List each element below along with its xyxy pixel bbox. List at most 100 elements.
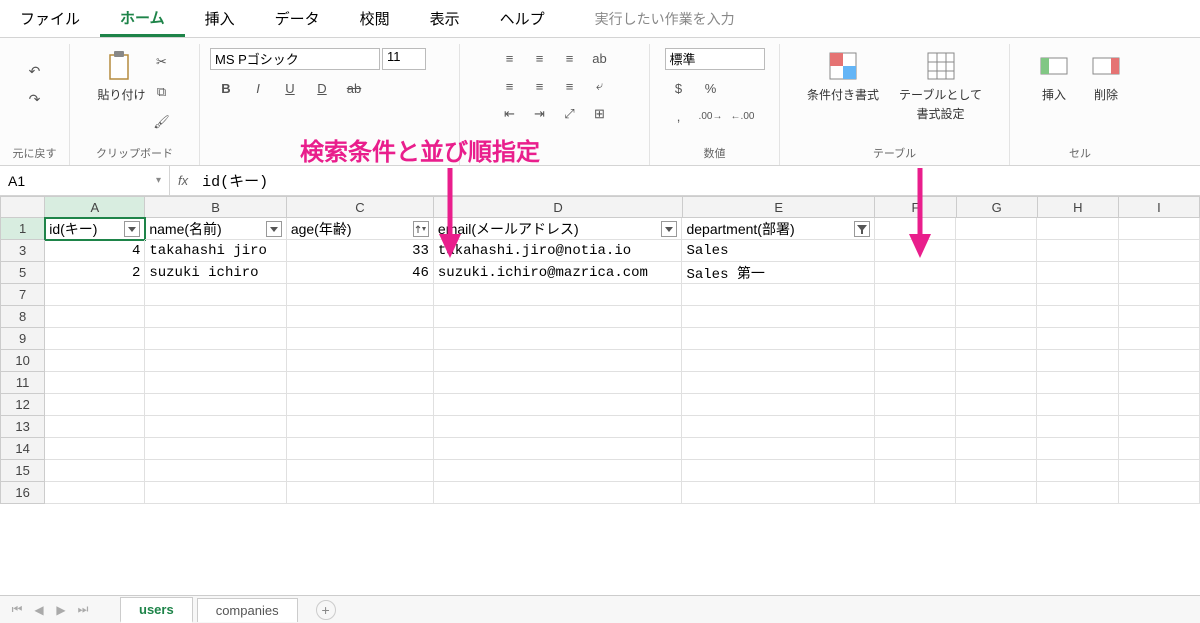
cell-B16[interactable] [145,482,286,504]
cell-A14[interactable] [45,438,145,460]
cell-F8[interactable] [875,306,956,328]
cell-C1[interactable]: age(年齢) [287,218,434,240]
cell-B15[interactable] [145,460,286,482]
cell-H3[interactable] [1037,240,1118,262]
cell-B7[interactable] [145,284,286,306]
cell-B1[interactable]: name(名前) [145,218,286,240]
cell-I15[interactable] [1119,460,1200,482]
cell-E11[interactable] [682,372,874,394]
cell-G13[interactable] [956,416,1037,438]
cell-F10[interactable] [875,350,956,372]
cell-B5[interactable]: suzuki ichiro [145,262,286,284]
cell-G11[interactable] [956,372,1037,394]
cell-H13[interactable] [1037,416,1118,438]
cell-D5[interactable]: suzuki.ichiro@mazrica.com [434,262,683,284]
cell-E15[interactable] [682,460,874,482]
insert-cells-button[interactable]: 挿入 [1036,48,1072,103]
filter-button-E[interactable] [854,221,870,237]
cell-E13[interactable] [682,416,874,438]
cell-G14[interactable] [956,438,1037,460]
cell-H9[interactable] [1037,328,1118,350]
font-size-select[interactable]: 11 [382,48,426,70]
cell-C7[interactable] [287,284,434,306]
cell-D1[interactable]: email(メールアドレス) [434,218,683,240]
fx-button[interactable]: fx [170,173,196,188]
cell-F16[interactable] [875,482,956,504]
menu-review[interactable]: 校閲 [340,0,410,37]
formula-input[interactable]: id(キー) [196,170,1200,191]
cell-D3[interactable]: takahashi.jiro@notia.io [434,240,683,262]
cell-H11[interactable] [1037,372,1118,394]
cell-E14[interactable] [682,438,874,460]
sheet-nav-first[interactable]: ⏮ [8,601,26,619]
undo-button[interactable]: ↶ [24,60,46,82]
row-header-1[interactable]: 1 [0,218,45,240]
cell-D14[interactable] [434,438,683,460]
cell-A3[interactable]: 4 [45,240,145,262]
paste-button[interactable]: 貼り付け [97,48,145,103]
cell-C12[interactable] [287,394,434,416]
cell-H7[interactable] [1037,284,1118,306]
filter-button-D[interactable] [661,221,677,237]
column-header-I[interactable]: I [1119,196,1200,218]
row-header-11[interactable]: 11 [0,372,45,394]
orientation-button[interactable]: ⤢ [560,104,580,124]
number-format-select[interactable]: 標準 [665,48,765,70]
cell-D13[interactable] [434,416,683,438]
cell-G8[interactable] [956,306,1037,328]
cell-F14[interactable] [875,438,956,460]
comma-button[interactable]: , [669,106,689,126]
cell-G3[interactable] [956,240,1037,262]
cell-E1[interactable]: department(部署) [682,218,874,240]
cell-A13[interactable] [45,416,145,438]
cell-A10[interactable] [45,350,145,372]
sheet-nav-last[interactable]: ⏭ [74,601,92,619]
cell-C3[interactable]: 33 [287,240,434,262]
cell-E9[interactable] [682,328,874,350]
cell-I8[interactable] [1119,306,1200,328]
cell-G1[interactable] [956,218,1037,240]
cell-F15[interactable] [875,460,956,482]
copy-button[interactable]: ⧉ [152,82,172,102]
row-header-3[interactable]: 3 [0,240,45,262]
cell-I9[interactable] [1119,328,1200,350]
cell-C8[interactable] [287,306,434,328]
cell-B14[interactable] [145,438,286,460]
cell-D8[interactable] [434,306,683,328]
cell-A5[interactable]: 2 [45,262,145,284]
cell-E7[interactable] [682,284,874,306]
add-sheet-button[interactable]: + [316,600,336,620]
column-header-G[interactable]: G [957,196,1038,218]
menu-home[interactable]: ホーム [100,0,185,37]
row-header-14[interactable]: 14 [0,438,45,460]
name-box[interactable]: A1 ▾ [0,166,170,195]
align-left-button[interactable]: ≡ [500,76,520,96]
increase-decimal-button[interactable]: .00→ [701,106,721,126]
cell-I10[interactable] [1119,350,1200,372]
filter-button-C[interactable] [413,221,429,237]
cell-A8[interactable] [45,306,145,328]
italic-button[interactable]: I [248,78,268,98]
merge-button[interactable]: ⊞ [590,104,610,124]
cell-G12[interactable] [956,394,1037,416]
cell-B11[interactable] [145,372,286,394]
menu-help[interactable]: ヘルプ [480,0,565,37]
cell-D16[interactable] [434,482,683,504]
cell-D11[interactable] [434,372,683,394]
cell-A16[interactable] [45,482,145,504]
column-header-F[interactable]: F [875,196,956,218]
cell-E5[interactable]: Sales 第一 [682,262,874,284]
cell-C5[interactable]: 46 [287,262,434,284]
cell-I1[interactable] [1119,218,1200,240]
cell-C15[interactable] [287,460,434,482]
cell-H16[interactable] [1037,482,1118,504]
cell-F9[interactable] [875,328,956,350]
cell-E8[interactable] [682,306,874,328]
cell-F11[interactable] [875,372,956,394]
row-header-7[interactable]: 7 [0,284,45,306]
cell-I3[interactable] [1119,240,1200,262]
cell-H5[interactable] [1037,262,1118,284]
underline-button[interactable]: U [280,78,300,98]
align-top-button[interactable]: ≡ [500,48,520,68]
tell-me-input[interactable]: 実行したい作業を入力 [595,9,735,29]
